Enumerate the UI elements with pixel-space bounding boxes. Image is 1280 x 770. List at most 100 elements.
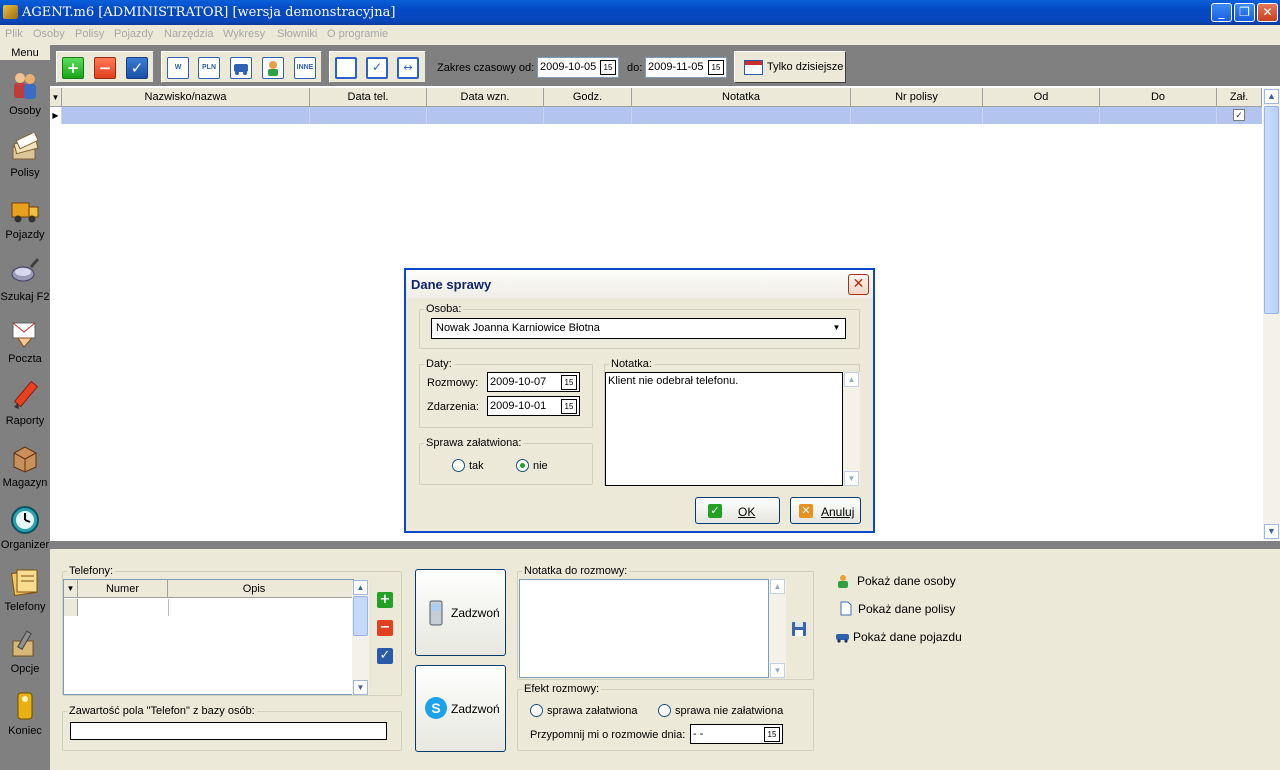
cell-od[interactable] (983, 107, 1100, 124)
confirm-phone-button[interactable]: ✓ (377, 648, 393, 664)
splitter[interactable] (50, 541, 1280, 549)
cell-data-wzn[interactable] (427, 107, 544, 124)
menu-narzedzia[interactable]: Narzędzia (164, 28, 214, 40)
view-empty-button[interactable] (335, 57, 357, 79)
przypomnij-date[interactable]: - - 15 (690, 724, 783, 744)
col-data-tel[interactable]: Data tel. (310, 88, 427, 107)
phones-scrollbar[interactable]: ▲ ▼ (352, 580, 369, 695)
save-icon[interactable] (791, 621, 807, 637)
view-checked-button[interactable]: ✓ (366, 57, 388, 79)
scroll-up-icon[interactable]: ▲ (770, 579, 785, 594)
scroll-up-icon[interactable]: ▲ (353, 580, 368, 595)
scroll-thumb[interactable] (353, 596, 368, 636)
nav-opcje[interactable]: Opcje (0, 623, 50, 685)
col-zal[interactable]: Zał. (1217, 88, 1262, 107)
calendar-icon[interactable]: 15 (561, 375, 577, 390)
cancel-button[interactable]: ✕ Anuluj (790, 497, 861, 524)
menu-wykresy[interactable]: Wykresy (223, 28, 265, 40)
nav-poczta[interactable]: Poczta (0, 313, 50, 375)
confirm-button[interactable]: ✓ (126, 57, 148, 79)
remove-button[interactable]: − (94, 57, 116, 79)
col-do[interactable]: Do (1100, 88, 1217, 107)
table-row[interactable]: ▶ ✓ (50, 107, 1262, 124)
restore-button[interactable]: ❐ (1234, 3, 1255, 22)
phones-header-menu[interactable]: ▼ (64, 580, 78, 598)
minimize-button[interactable]: _ (1211, 3, 1232, 22)
nav-koniec[interactable]: Koniec (0, 685, 50, 747)
col-nazwisko[interactable]: Nazwisko/nazwa (62, 88, 310, 107)
col-od[interactable]: Od (983, 88, 1100, 107)
osoba-select[interactable]: Nowak Joanna Karniowice Błotna ▼ (431, 318, 846, 339)
ok-button[interactable]: ✓ OK (695, 497, 780, 524)
filter-inne-button[interactable]: INNE (294, 57, 316, 79)
col-data-wzn[interactable]: Data wzn. (427, 88, 544, 107)
scroll-thumb[interactable] (1264, 106, 1279, 314)
add-button[interactable]: + (62, 57, 84, 79)
cell-nazwisko[interactable] (62, 107, 310, 124)
zdarzenia-date[interactable]: 2009-10-01 15 (487, 396, 580, 416)
calendar-icon[interactable]: 15 (764, 727, 780, 742)
call-phone-button[interactable]: Zadzwoń (415, 569, 506, 656)
call-note-scrollbar[interactable]: ▲ ▼ (769, 579, 786, 678)
nav-pojazdy[interactable]: Pojazdy (0, 189, 50, 251)
calendar-icon[interactable]: 15 (600, 60, 616, 75)
chevron-down-icon[interactable]: ▼ (829, 320, 844, 336)
nav-szukaj[interactable]: Szukaj F2 (0, 251, 50, 313)
phone-field-content[interactable] (70, 722, 387, 740)
filter-vehicle-button[interactable] (230, 57, 252, 79)
nav-raporty[interactable]: Raporty (0, 375, 50, 437)
col-numer[interactable]: Numer (78, 580, 168, 598)
calendar-icon[interactable]: 15 (561, 399, 577, 414)
col-opis[interactable]: Opis (168, 580, 340, 598)
cell-do[interactable] (1100, 107, 1217, 124)
cell-notatka[interactable] (632, 107, 851, 124)
range-to-date[interactable]: 2009-11-05 15 (645, 57, 727, 78)
menu-o-programie[interactable]: O programie (327, 28, 388, 40)
menu-polisy[interactable]: Polisy (75, 28, 104, 40)
phones-table[interactable]: ▼ Numer Opis (63, 579, 354, 695)
col-nr-polisy[interactable]: Nr polisy (851, 88, 983, 107)
scroll-down-icon[interactable]: ▼ (1264, 524, 1279, 539)
sprawa-nie-radio[interactable] (516, 459, 529, 472)
remove-phone-button[interactable]: − (377, 620, 393, 636)
menu-osoby[interactable]: Osoby (33, 28, 65, 40)
view-expand-button[interactable]: ↔ (397, 57, 419, 79)
scroll-down-icon[interactable]: ▼ (770, 663, 785, 678)
cell-data-tel[interactable] (310, 107, 427, 124)
col-notatka[interactable]: Notatka (632, 88, 851, 107)
menu-plik[interactable]: Plik (5, 28, 23, 40)
today-only-button[interactable]: Tylko dzisiejsze (734, 51, 846, 83)
nav-osoby[interactable]: Osoby (0, 65, 50, 127)
call-skype-button[interactable]: S Zadzwoń (415, 665, 506, 752)
range-from-date[interactable]: 2009-10-05 15 (537, 57, 619, 78)
call-note-textarea[interactable] (519, 579, 769, 678)
efekt-zalatwiona-radio[interactable] (530, 704, 543, 717)
grid-header-menu[interactable]: ▼ (50, 88, 62, 107)
nav-polisy[interactable]: Polisy (0, 127, 50, 189)
scroll-up-icon[interactable]: ▲ (844, 372, 859, 387)
calendar-icon[interactable]: 15 (708, 60, 724, 75)
notatka-scrollbar[interactable]: ▲ ▼ (843, 372, 860, 486)
cell-godz[interactable] (544, 107, 632, 124)
rozmowy-date[interactable]: 2009-10-07 15 (487, 372, 580, 392)
nav-organizer[interactable]: Organizer (0, 499, 50, 561)
efekt-nie-zalatwiona-radio[interactable] (658, 704, 671, 717)
col-godz[interactable]: Godz. (544, 88, 632, 107)
scroll-down-icon[interactable]: ▼ (844, 471, 859, 486)
sprawa-tak-radio[interactable] (452, 459, 465, 472)
nav-telefony[interactable]: Telefony (0, 561, 50, 623)
filter-w-button[interactable]: W (167, 57, 189, 79)
row-attachment-checkbox[interactable]: ✓ (1233, 109, 1245, 121)
filter-pln-button[interactable]: PLN (198, 57, 220, 79)
scroll-down-icon[interactable]: ▼ (353, 680, 368, 695)
dialog-close-button[interactable]: ✕ (848, 274, 869, 295)
menu-slowniki[interactable]: Słowniki (277, 28, 317, 40)
grid-scrollbar[interactable]: ▲ ▼ (1263, 88, 1280, 540)
filter-person-button[interactable] (262, 57, 284, 79)
scroll-up-icon[interactable]: ▲ (1264, 89, 1279, 104)
menu-pojazdy[interactable]: Pojazdy (114, 28, 153, 40)
add-phone-button[interactable]: + (377, 592, 393, 608)
nav-magazyn[interactable]: Magazyn (0, 437, 50, 499)
close-button[interactable]: ✕ (1257, 3, 1278, 22)
notatka-textarea[interactable]: Klient nie odebrał telefonu. (605, 372, 843, 486)
